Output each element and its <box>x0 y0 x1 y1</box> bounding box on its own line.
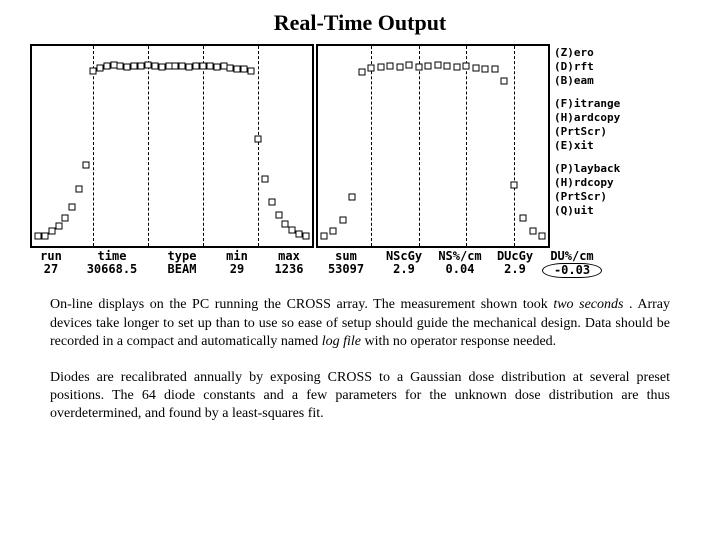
menu-item[interactable]: (H)rdcopy <box>554 176 620 190</box>
data-point <box>396 64 403 71</box>
data-point <box>482 65 489 72</box>
data-point <box>339 216 346 223</box>
data-point <box>539 232 546 239</box>
stat-DUcm: DU%/cm-0.03 <box>542 250 602 278</box>
menu-item[interactable]: (Z)ero <box>554 46 620 60</box>
data-point <box>377 64 384 71</box>
menu-item[interactable]: (D)rft <box>554 60 620 74</box>
paragraph-2: Diodes are recalibrated annually by expo… <box>50 369 670 424</box>
data-point <box>453 64 460 71</box>
menu-item[interactable]: (PrtScr) <box>554 125 620 139</box>
data-point <box>387 63 394 70</box>
data-point <box>349 193 356 200</box>
charts-row: (Z)ero (D)rft (B)eam (F)itrange (H)ardco… <box>30 44 690 248</box>
data-point <box>76 186 83 193</box>
data-point <box>406 62 413 69</box>
menu-item[interactable]: (PrtScr) <box>554 190 620 204</box>
stat-run: run27 <box>30 250 72 278</box>
menu-item[interactable]: (F)itrange <box>554 97 620 111</box>
data-point <box>330 228 337 235</box>
data-point <box>510 182 517 189</box>
data-point <box>434 62 441 69</box>
data-point <box>368 64 375 71</box>
stat-NScm: NS%/cm0.04 <box>432 250 488 278</box>
data-point <box>261 176 268 183</box>
data-point <box>321 232 328 239</box>
data-point <box>463 63 470 70</box>
data-point <box>275 212 282 219</box>
data-point <box>425 63 432 70</box>
data-point <box>444 63 451 70</box>
data-point <box>62 215 69 222</box>
chart-right <box>316 44 550 248</box>
stat-max: max1236 <box>262 250 316 278</box>
menu-item[interactable]: (P)layback <box>554 162 620 176</box>
data-point <box>69 203 76 210</box>
data-point <box>358 69 365 76</box>
data-point <box>83 161 90 168</box>
stat-time: time30668.5 <box>72 250 152 278</box>
data-point <box>520 215 527 222</box>
data-point <box>491 66 498 73</box>
menu-item[interactable]: (Q)uit <box>554 204 620 218</box>
menu-item[interactable]: (E)xit <box>554 139 620 153</box>
stat-min: min29 <box>212 250 262 278</box>
data-point <box>472 64 479 71</box>
menu-panel: (Z)ero (D)rft (B)eam (F)itrange (H)ardco… <box>552 44 620 248</box>
data-point <box>501 77 508 84</box>
data-point <box>303 232 310 239</box>
data-point <box>415 64 422 71</box>
data-point <box>268 199 275 206</box>
menu-item[interactable]: (H)ardcopy <box>554 111 620 125</box>
data-point <box>254 135 261 142</box>
stats-row: run27time30668.5typeBEAMmin29max1236sum5… <box>30 250 690 278</box>
stat-sum: sum53097 <box>316 250 376 278</box>
stat-NScGy: NScGy2.9 <box>376 250 432 278</box>
paragraph-1: On-line displays on the PC running the C… <box>50 296 670 351</box>
data-point <box>55 222 62 229</box>
stat-type: typeBEAM <box>152 250 212 278</box>
stat-DUcGy: DUcGy2.9 <box>488 250 542 278</box>
chart-left <box>30 44 314 248</box>
menu-item[interactable]: (B)eam <box>554 74 620 88</box>
page-title: Real-Time Output <box>30 10 690 36</box>
data-point <box>529 228 536 235</box>
data-point <box>248 67 255 74</box>
